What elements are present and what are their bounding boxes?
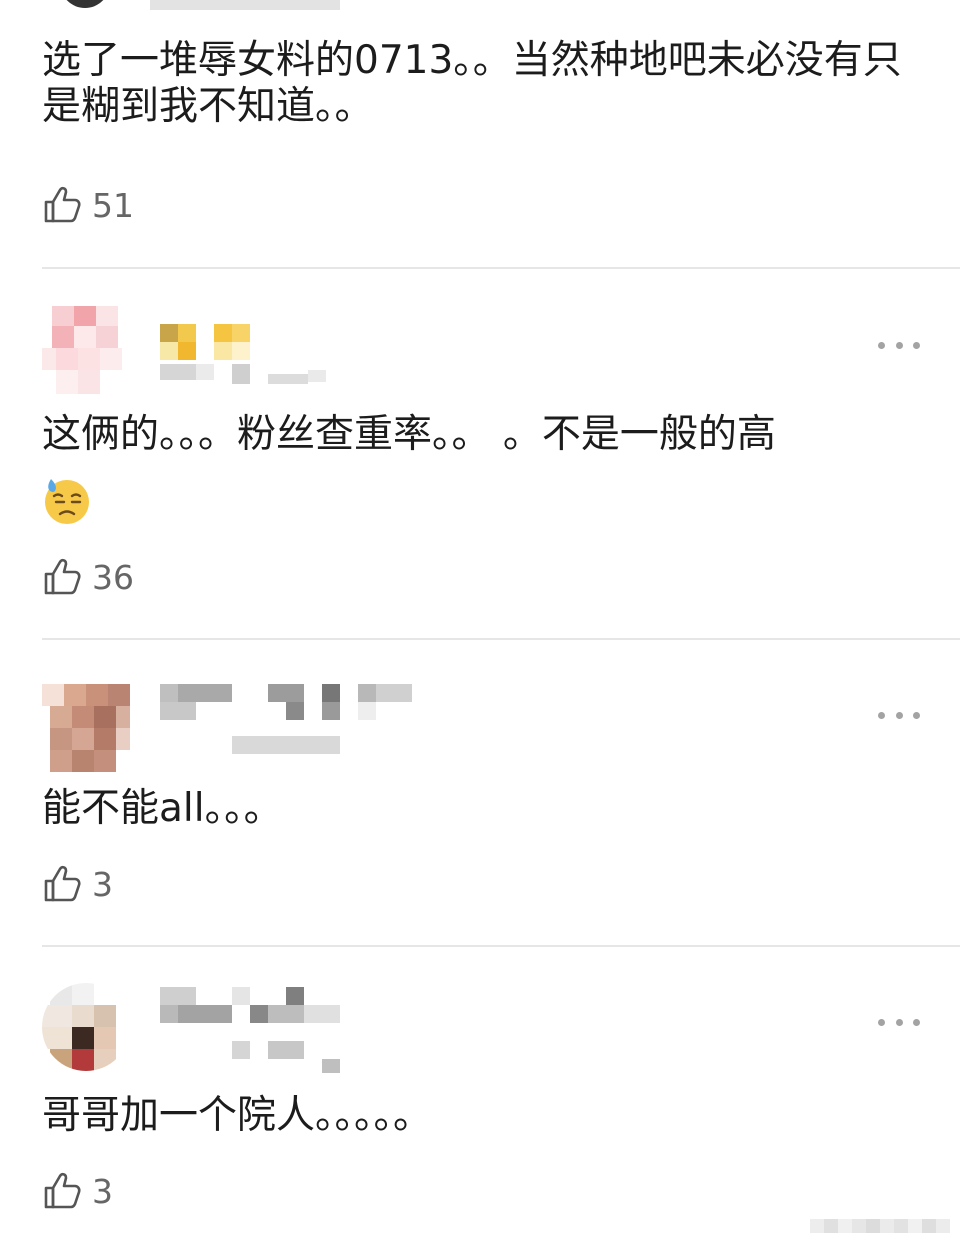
comment-text: 哥哥加一个院人。。。。。: [42, 1093, 433, 1138]
comment-text: 选了一堆辱女料的0713。。当然种地吧未必没有只是糊到我不知道。。: [42, 38, 902, 129]
like-button[interactable]: 36: [42, 555, 134, 599]
avatar[interactable]: [42, 684, 130, 772]
more-dots-icon: [878, 341, 885, 349]
comment-text: 这俩的。。。粉丝查重率。。 。不是一般的高: [42, 412, 776, 457]
more-dots-icon: [895, 1018, 903, 1026]
more-options-button[interactable]: [878, 708, 920, 722]
comment-item: 哥哥加一个院人。。。。。 3: [0, 947, 960, 1245]
avatar[interactable]: [42, 306, 130, 394]
like-count: 3: [92, 864, 113, 904]
username-mosaic[interactable]: [160, 987, 360, 1077]
thumbs-up-icon: [44, 1172, 81, 1209]
comment-item: 能不能all。。。 3: [0, 640, 960, 946]
thumbs-up-icon: [44, 558, 81, 595]
username-mosaic[interactable]: [160, 684, 420, 764]
like-button[interactable]: 3: [42, 1169, 113, 1213]
more-options-button[interactable]: [878, 338, 920, 352]
comment-item: 选了一堆辱女料的0713。。当然种地吧未必没有只是糊到我不知道。。 51: [0, 0, 960, 268]
thumbs-up-icon: [44, 186, 81, 223]
sweat-downcast-emoji: [45, 479, 89, 524]
more-dots-icon: [878, 711, 885, 719]
like-count: 51: [92, 185, 134, 225]
more-dots-icon: [895, 341, 903, 349]
comment-text: 能不能all。。。: [42, 786, 283, 831]
more-dots-icon: [913, 341, 920, 349]
like-button[interactable]: 51: [42, 183, 134, 227]
thumbs-up-icon: [44, 865, 81, 902]
watermark-mosaic: [810, 1219, 950, 1233]
avatar[interactable]: [42, 983, 130, 1071]
more-options-button[interactable]: [878, 1015, 920, 1029]
more-dots-icon: [913, 711, 920, 719]
like-count: 3: [92, 1171, 113, 1211]
comment-item: 这俩的。。。粉丝查重率。。 。不是一般的高 36: [0, 268, 960, 638]
like-count: 36: [92, 557, 134, 597]
more-dots-icon: [895, 711, 903, 719]
more-dots-icon: [913, 1018, 920, 1026]
like-button[interactable]: 3: [42, 862, 113, 906]
username-mosaic[interactable]: [160, 320, 360, 390]
more-dots-icon: [878, 1018, 885, 1026]
